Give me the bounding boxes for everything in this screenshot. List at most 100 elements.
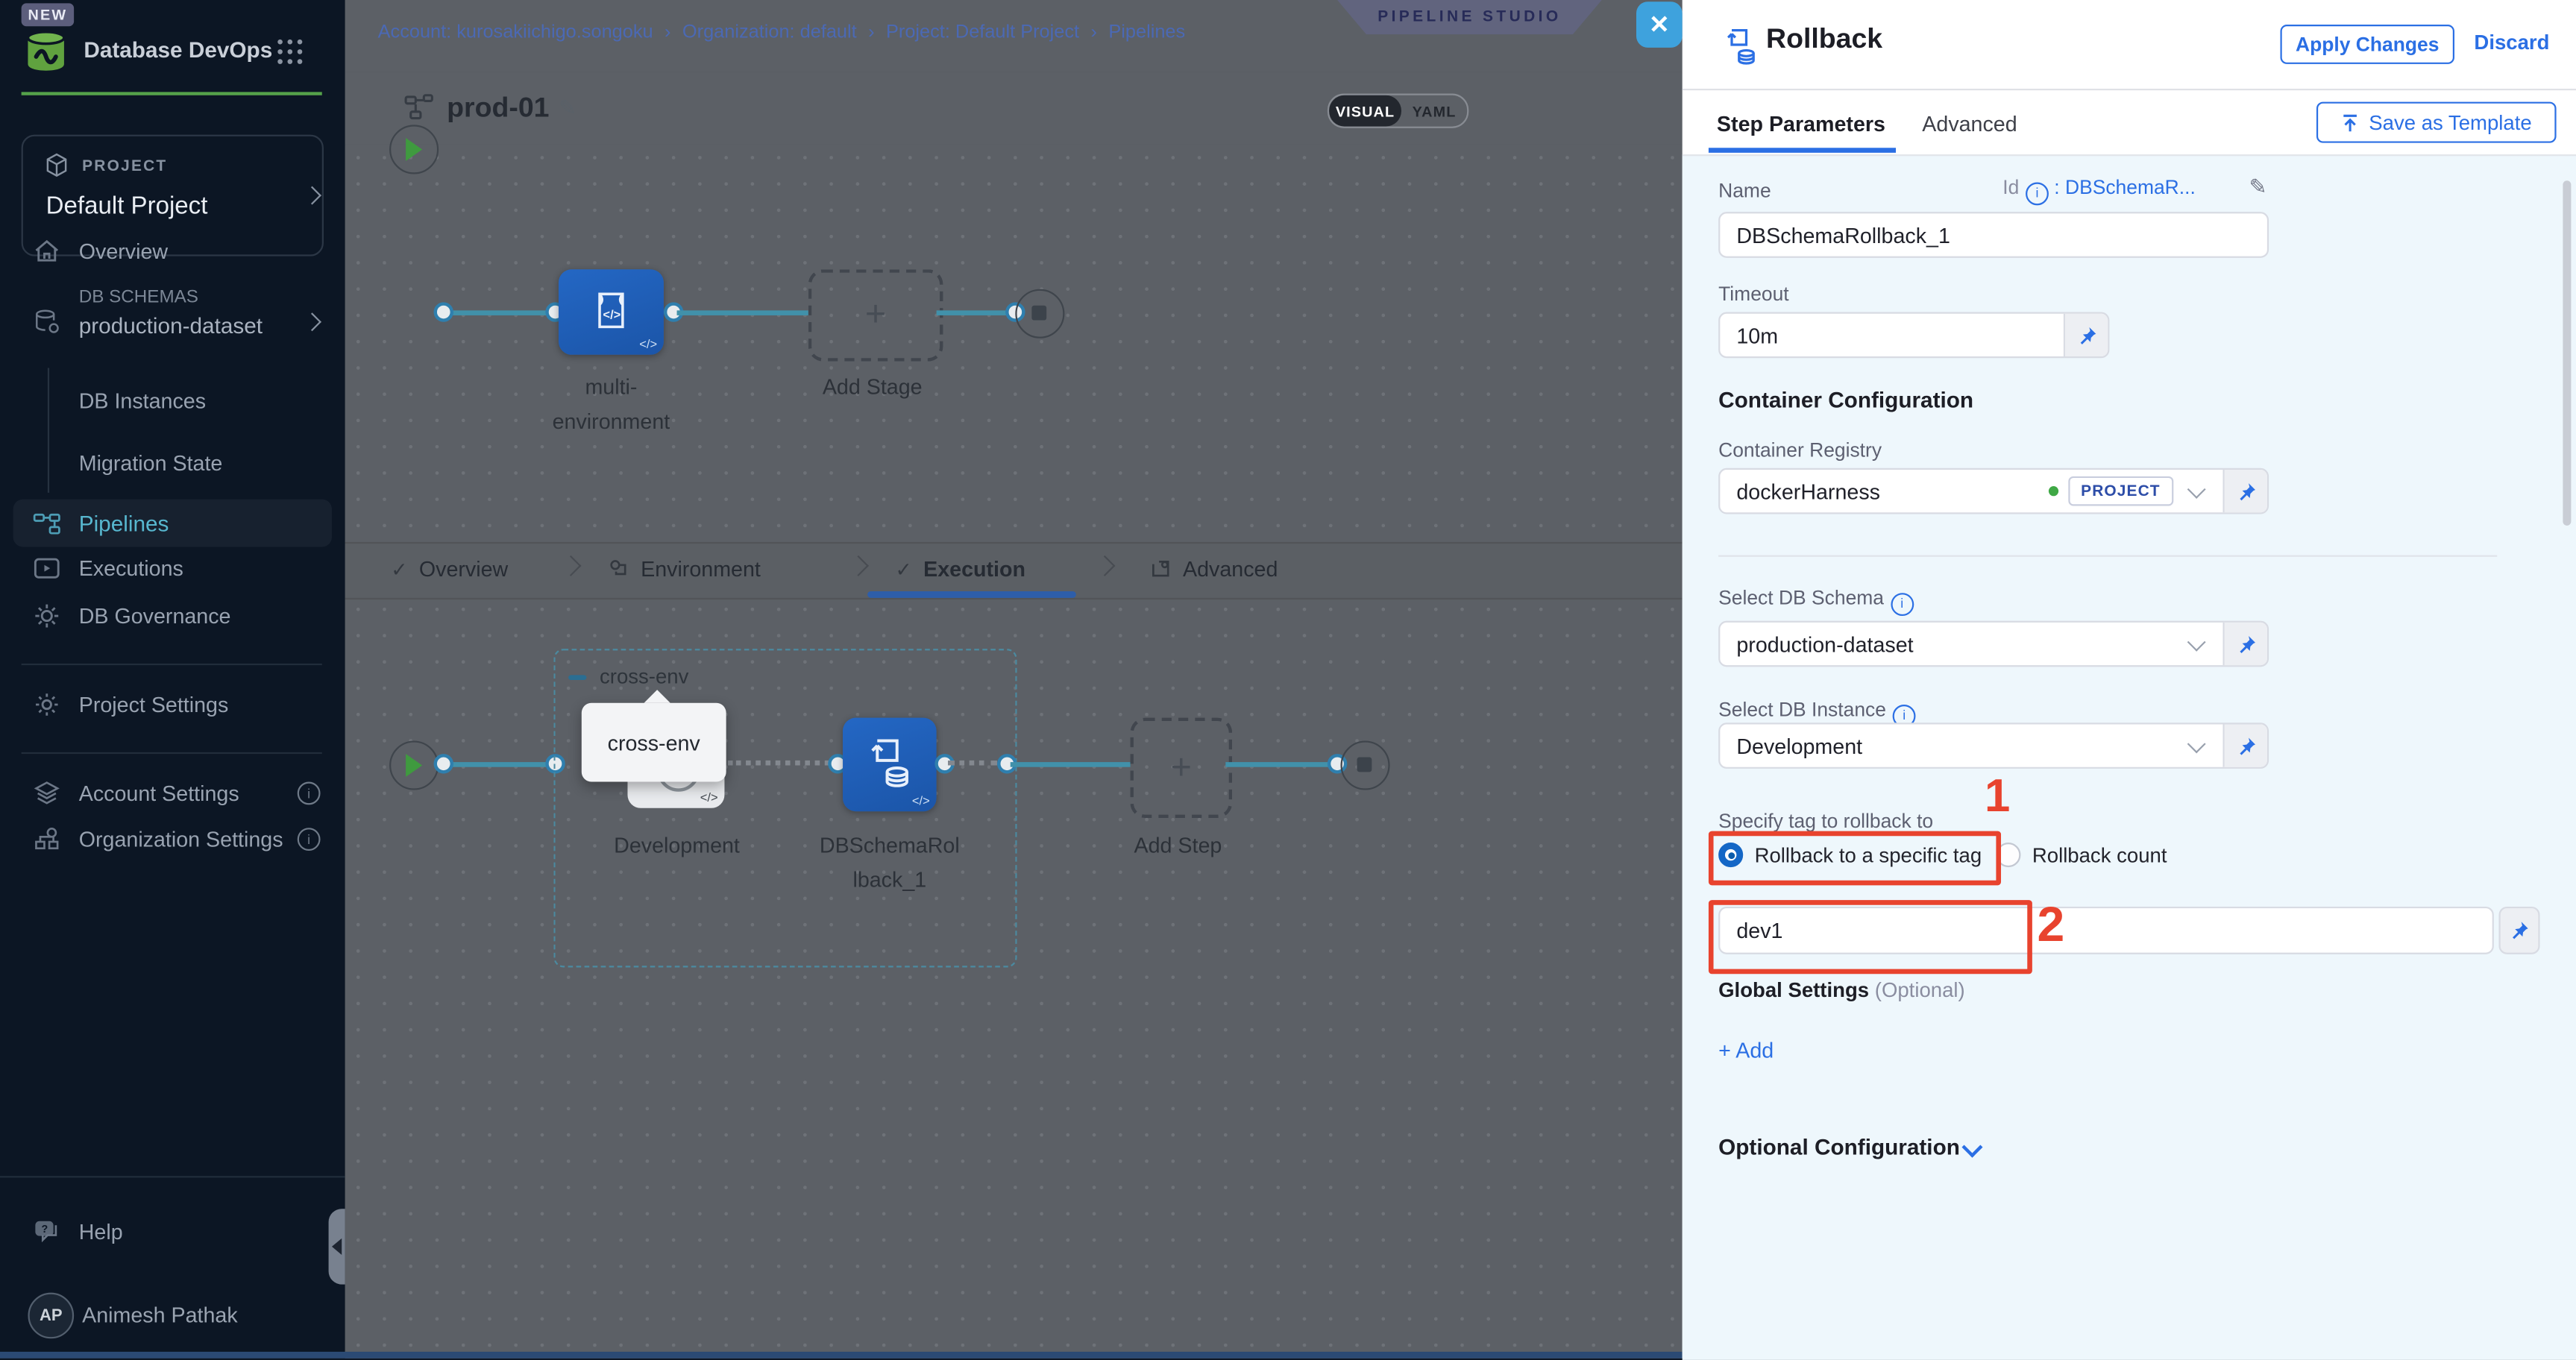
- sidebar-item-db-schemas[interactable]: DB SCHEMAS production-dataset: [0, 283, 345, 362]
- step-group-cross-env[interactable]: [553, 649, 1017, 967]
- sidebar-item-help[interactable]: ? Help: [0, 1210, 345, 1253]
- pipelines-icon: [33, 509, 60, 537]
- tab-step-parameters[interactable]: Step Parameters: [1717, 112, 1885, 136]
- check-icon: ✓: [896, 558, 912, 581]
- pin-icon: [2076, 324, 2097, 346]
- info-icon[interactable]: i: [298, 782, 321, 805]
- info-icon[interactable]: i: [298, 828, 321, 851]
- breadcrumb-project[interactable]: Project: Default Project: [886, 23, 1079, 42]
- new-badge: NEW: [22, 3, 74, 26]
- radio-rollback-count-label[interactable]: Rollback count: [2032, 844, 2167, 867]
- sidebar-item-project-settings[interactable]: Project Settings: [0, 683, 345, 725]
- execution-start-node[interactable]: [389, 740, 439, 790]
- edit-id-pencil-icon[interactable]: ✎: [2249, 174, 2267, 200]
- add-stage-button[interactable]: +: [808, 269, 943, 361]
- runtime-pin-addon[interactable]: [2498, 907, 2539, 954]
- panel-scrollbar[interactable]: [2563, 180, 2571, 526]
- sidebar-item-overview[interactable]: Overview: [0, 230, 345, 272]
- info-icon[interactable]: i: [1891, 592, 1914, 615]
- tab-advanced[interactable]: Advanced: [1150, 557, 1278, 582]
- stage-canvas[interactable]: [345, 145, 1683, 542]
- execution-end-node[interactable]: [1340, 740, 1389, 790]
- add-step-label[interactable]: Add Step: [1112, 829, 1243, 863]
- annotation-box-2: [1709, 900, 2032, 974]
- svg-text:</>: </>: [603, 307, 621, 321]
- app-title: Database DevOps: [84, 38, 272, 63]
- group-label[interactable]: cross-env: [600, 665, 688, 688]
- tab-overview[interactable]: ✓Overview: [391, 557, 508, 582]
- pipeline-start-node[interactable]: [389, 125, 439, 174]
- collapse-minus-icon[interactable]: [568, 675, 586, 680]
- optional-configuration-toggle[interactable]: Optional Configuration: [1718, 1135, 1960, 1159]
- code-badge: </>: [639, 337, 657, 352]
- help-chat-icon: ?: [33, 1218, 60, 1245]
- connector: [677, 310, 808, 315]
- edit-pencil-icon[interactable]: ✎: [559, 95, 577, 122]
- sidebar-item-account-settings[interactable]: Account Settings i: [0, 772, 345, 814]
- instance-select[interactable]: Development: [1718, 722, 2269, 769]
- stage-label[interactable]: multi-environment: [545, 371, 676, 440]
- sidebar-item-organization-settings[interactable]: Organization Settings i: [0, 818, 345, 860]
- registry-control[interactable]: dockerHarness PROJECT: [1718, 468, 2269, 514]
- registry-value: dockerHarness: [1720, 479, 2048, 503]
- sidebar-item-db-governance[interactable]: DB Governance: [0, 594, 345, 637]
- save-as-template-button[interactable]: Save as Template: [2316, 102, 2557, 143]
- info-icon[interactable]: i: [2026, 181, 2049, 204]
- connector: [447, 762, 549, 766]
- apps-grid-icon[interactable]: [277, 40, 302, 64]
- runtime-pin-addon[interactable]: [2222, 623, 2266, 665]
- add-stage-label[interactable]: Add Stage: [807, 371, 938, 406]
- add-step-button[interactable]: +: [1131, 718, 1233, 818]
- runtime-pin-addon[interactable]: [2064, 314, 2108, 356]
- plus-icon: +: [1171, 746, 1192, 788]
- chevron-down-icon: [1961, 1137, 1982, 1158]
- project-cube-icon: [44, 153, 69, 177]
- step-node-dbschemarollback[interactable]: </>: [843, 718, 937, 812]
- chevron-right-icon: [560, 555, 581, 576]
- schema-select[interactable]: production-dataset: [1718, 621, 2269, 667]
- play-icon: [406, 138, 422, 161]
- db-schema-icon: [33, 308, 60, 336]
- runtime-pin-addon[interactable]: [2222, 724, 2266, 766]
- schema-value: production-dataset: [1720, 632, 2190, 656]
- breadcrumb-org[interactable]: Organization: default: [682, 23, 857, 42]
- sidebar-divider: [22, 752, 322, 754]
- chevron-down-icon: [2187, 480, 2206, 499]
- sidebar-item-db-instances[interactable]: DB Instances: [0, 380, 345, 422]
- add-global-setting-link[interactable]: + Add: [1718, 1038, 1774, 1062]
- step-parameters-form: Name Idi : DBSchemaR... ✎ Timeout 10m Co…: [1683, 154, 2576, 1360]
- instance-value: Development: [1720, 734, 2190, 758]
- tab-environment[interactable]: Environment: [608, 557, 761, 582]
- panel-tab-underline: [1709, 148, 1896, 153]
- bottom-edge-strip: [0, 1352, 1683, 1359]
- user-avatar[interactable]: AP: [28, 1293, 74, 1339]
- connector: [937, 310, 1012, 315]
- development-node-label[interactable]: Development: [611, 829, 742, 863]
- breadcrumb-account[interactable]: Account: kurosakiichigo.songoku: [378, 23, 653, 42]
- sidebar-collapse-handle[interactable]: [329, 1209, 345, 1284]
- sidebar-item-pipelines[interactable]: Pipelines: [13, 500, 332, 547]
- sidebar-item-migration-state[interactable]: Migration State: [0, 442, 345, 485]
- rollback-node-label[interactable]: DBSchemaRollback_1: [818, 829, 961, 898]
- name-input[interactable]: [1718, 212, 2269, 258]
- close-panel-button[interactable]: ✕: [1636, 1, 1683, 48]
- governance-gear-icon: [33, 602, 60, 629]
- toggle-yaml[interactable]: YAML: [1401, 95, 1467, 127]
- user-name[interactable]: Animesh Pathak: [82, 1303, 238, 1327]
- breadcrumb-pipelines[interactable]: Pipelines: [1108, 23, 1185, 42]
- tab-execution[interactable]: ✓Execution: [896, 557, 1025, 582]
- discard-button[interactable]: Discard: [2474, 31, 2549, 54]
- toggle-visual[interactable]: VISUAL: [1329, 95, 1401, 127]
- connector: [1011, 762, 1131, 766]
- apply-changes-button[interactable]: Apply Changes: [2281, 25, 2454, 64]
- timeout-input[interactable]: 10m: [1720, 323, 2063, 347]
- tab-panel-advanced[interactable]: Advanced: [1922, 112, 2017, 136]
- dotted-connector: [728, 761, 830, 766]
- stage-node-multi-environment[interactable]: </> </>: [559, 269, 664, 355]
- annotation-digit-1: 1: [1985, 770, 2010, 822]
- sidebar-item-executions[interactable]: Executions: [0, 547, 345, 590]
- runtime-pin-addon[interactable]: [2222, 470, 2266, 512]
- step-id: Idi : DBSchemaR...: [2002, 176, 2196, 205]
- pipeline-end-node[interactable]: [1015, 289, 1064, 339]
- panel-divider: [1683, 89, 2576, 90]
